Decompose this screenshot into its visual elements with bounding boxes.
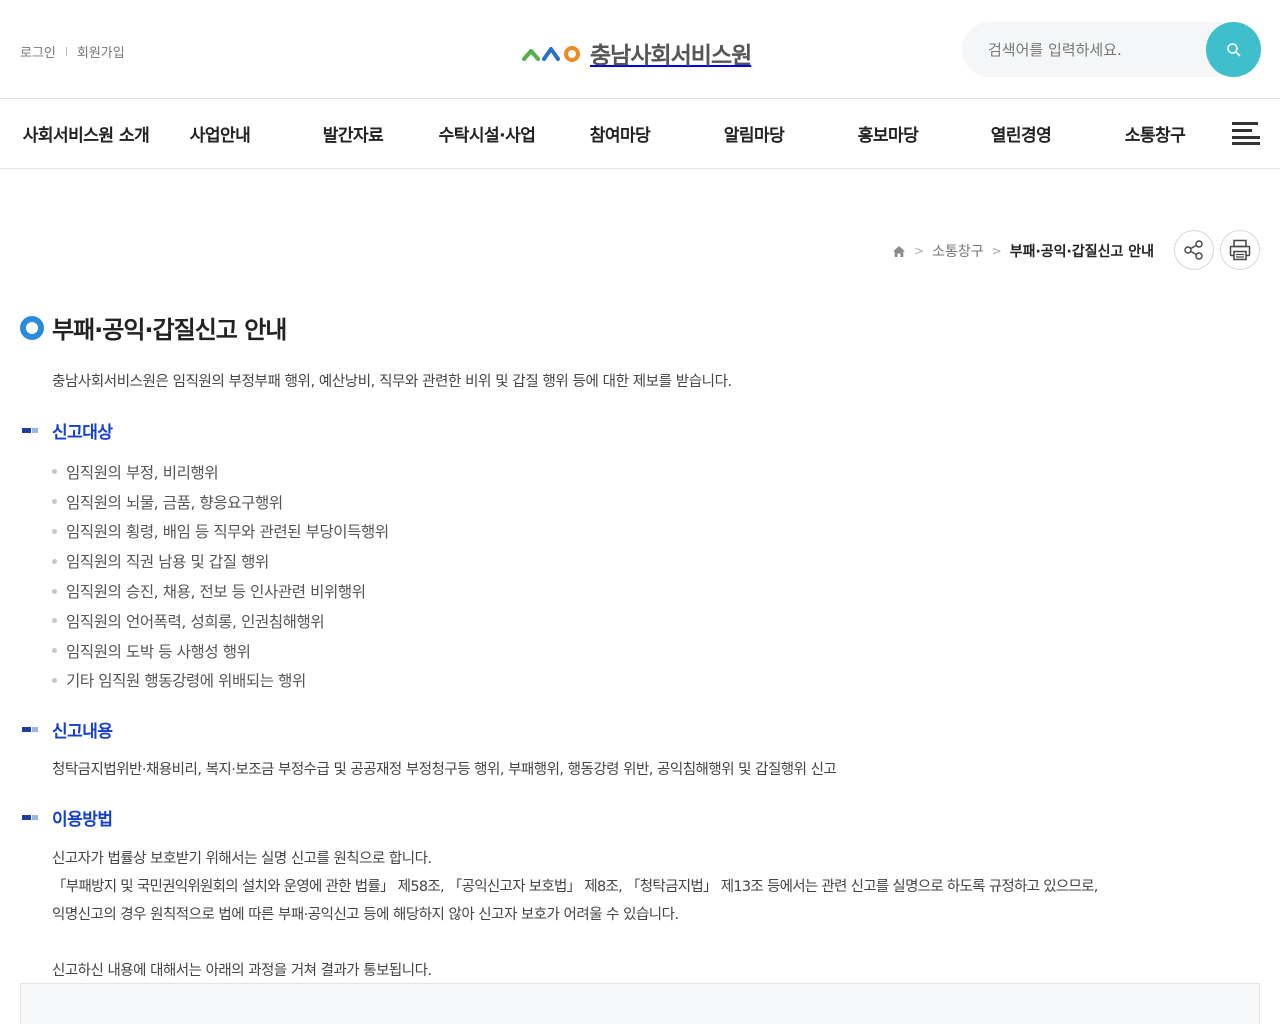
section-title: 이용방법 <box>52 810 113 830</box>
logo-text: 충남사회서비스원 <box>590 43 752 69</box>
section-content-heading: 신고내용 <box>22 717 113 742</box>
usage-line: 익명신고의 경우 원칙적으로 법에 따른 부패·공익신고 등에 해당하지 않아 … <box>52 907 679 923</box>
nav-item-management[interactable]: 열린경영 <box>973 121 1069 151</box>
search-box <box>962 22 1261 77</box>
top-header: 로그인 회원가입 충남사회서비스원 <box>0 0 1280 99</box>
list-item: 임직원의 승진, 채용, 전보 등 인사관련 비위행위 <box>52 576 389 606</box>
breadcrumb-chevron-icon: > <box>991 244 1002 258</box>
section-bar-icon <box>22 727 38 732</box>
nav-item-about[interactable]: 사회서비스원 소개 <box>22 121 150 151</box>
search-input[interactable] <box>962 22 1202 77</box>
section-usage-heading: 이용방법 <box>22 805 113 830</box>
share-icon <box>1184 240 1203 260</box>
section-title: 신고대상 <box>52 423 113 443</box>
print-button[interactable] <box>1220 230 1260 270</box>
section-bar-icon <box>22 428 38 433</box>
print-icon <box>1229 239 1251 261</box>
nav-item-communication[interactable]: 소통창구 <box>1107 121 1203 151</box>
section-title: 신고내용 <box>52 722 113 742</box>
breadcrumb-current: 부패·공익·갑질신고 안내 <box>1009 244 1154 260</box>
list-item: 임직원의 도박 등 사행성 행위 <box>52 636 389 666</box>
breadcrumb-chevron-icon: > <box>914 244 925 258</box>
breadcrumb-parent[interactable]: 소통창구 <box>932 241 984 261</box>
logo-mark-icon <box>522 46 580 62</box>
title-bullet-icon <box>20 315 44 340</box>
list-item: 임직원의 횡령, 배임 등 직무와 관련된 부당이득행위 <box>52 517 389 547</box>
list-item: 임직원의 직권 남용 및 갑질 행위 <box>52 546 389 576</box>
usage-line: 신고하신 내용에 대해서는 아래의 과정을 거쳐 결과가 통보됩니다. <box>52 963 432 979</box>
util-divider <box>65 47 67 56</box>
process-box <box>20 983 1260 1024</box>
page-intro: 충남사회서비스원은 임직원의 부정부패 행위, 예산낭비, 직무와 관련한 비위… <box>52 374 732 390</box>
content-text: 청탁금지법위반·채용비리, 복지·보조금 부정수급 및 공공재정 부정청구등 행… <box>52 762 837 778</box>
section-bar-icon <box>22 815 38 820</box>
list-item: 임직원의 언어폭력, 성희롱, 인권침해행위 <box>52 606 389 636</box>
search-button[interactable] <box>1206 22 1261 77</box>
search-icon <box>1226 42 1240 56</box>
share-button[interactable] <box>1174 230 1214 270</box>
page-title-area: 부패·공익·갑질신고 안내 <box>20 310 287 345</box>
breadcrumb: > 소통창구 > 부패·공익·갑질신고 안내 <box>892 240 1154 262</box>
page-title: 부패·공익·갑질신고 안내 <box>52 316 287 344</box>
targets-list: 임직원의 부정, 비리행위 임직원의 뇌물, 금품, 향응요구행위 임직원의 횡… <box>52 457 389 695</box>
site-logo[interactable]: 충남사회서비스원 <box>522 38 752 69</box>
utility-links: 로그인 회원가입 <box>20 42 125 61</box>
usage-line: 신고자가 법률상 보호받기 위해서는 실명 신고를 원칙으로 합니다. <box>52 851 432 867</box>
signup-link[interactable]: 회원가입 <box>77 42 125 61</box>
home-icon[interactable] <box>892 245 906 258</box>
section-targets-heading: 신고대상 <box>22 418 113 443</box>
list-item: 기타 임직원 행동강령에 위배되는 행위 <box>52 666 389 696</box>
nav-item-publications[interactable]: 발간자료 <box>305 121 401 151</box>
list-item: 임직원의 뇌물, 금품, 향응요구행위 <box>52 487 389 517</box>
nav-item-notice[interactable]: 알림마당 <box>706 121 802 151</box>
list-item: 임직원의 부정, 비리행위 <box>52 457 389 487</box>
nav-item-facilities[interactable]: 수탁시설·사업 <box>425 121 549 151</box>
usage-line: 「부패방지 및 국민권익위원회의 설치와 운영에 관한 법률」 제58조, 「공… <box>52 879 1098 895</box>
hamburger-icon[interactable] <box>1232 122 1260 146</box>
nav-item-business[interactable]: 사업안내 <box>172 121 268 151</box>
nav-item-participation[interactable]: 참여마당 <box>572 121 668 151</box>
nav-item-promotion[interactable]: 홍보마당 <box>840 121 936 151</box>
login-link[interactable]: 로그인 <box>20 42 56 61</box>
main-navigation: 사회서비스원 소개 사업안내 발간자료 수탁시설·사업 참여마당 알림마당 홍보… <box>0 99 1280 169</box>
